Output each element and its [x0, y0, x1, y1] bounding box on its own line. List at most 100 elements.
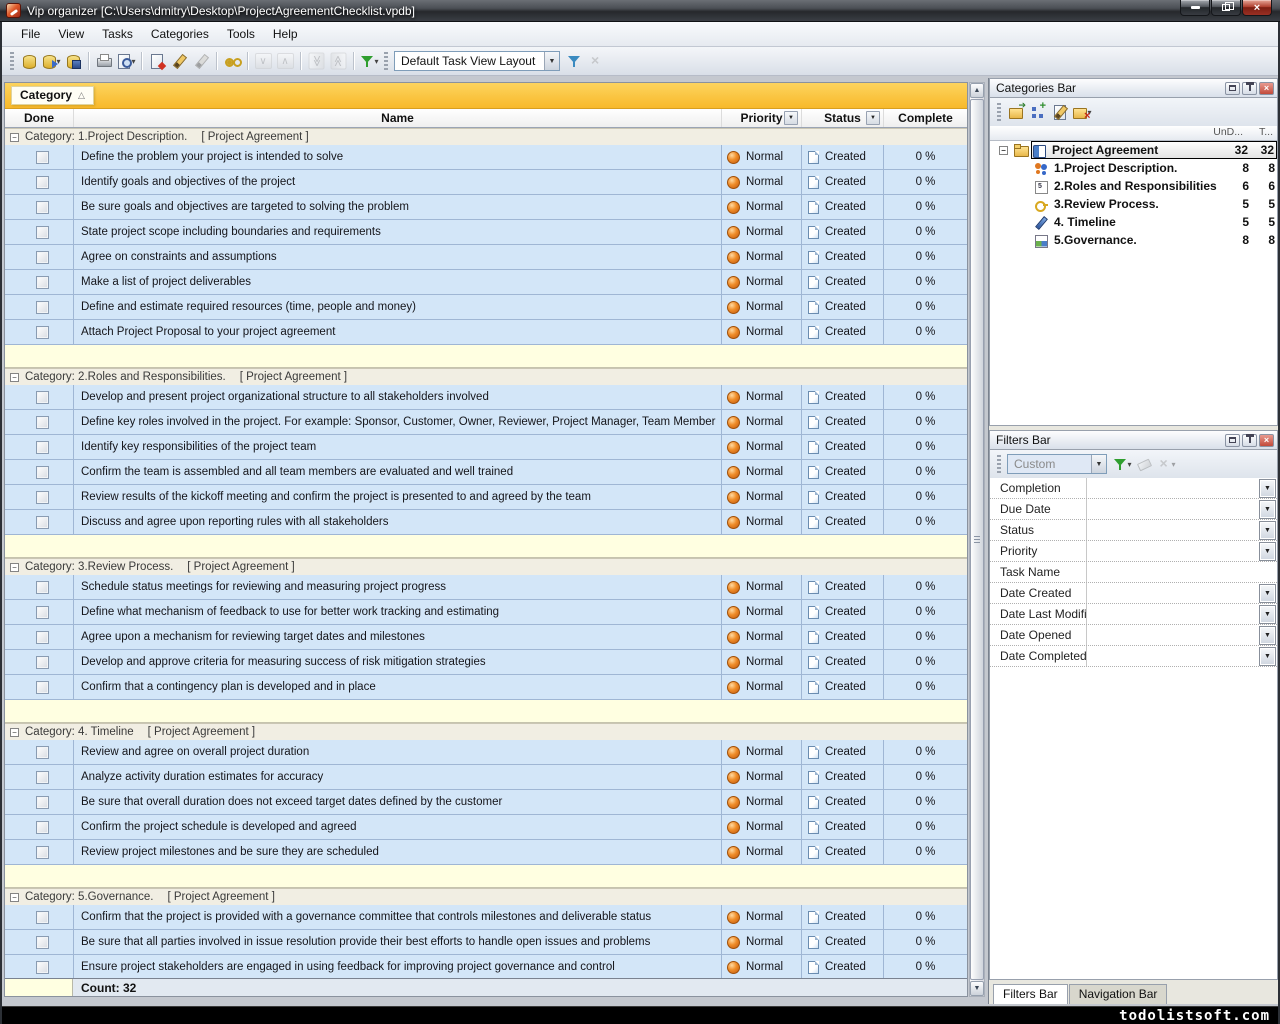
task-row[interactable]: Analyze activity duration estimates for … [5, 765, 967, 790]
edit-category-button[interactable] [1049, 101, 1071, 123]
filter-value-field[interactable] [1086, 478, 1259, 498]
task-done-checkbox[interactable] [36, 606, 49, 619]
task-row[interactable]: Develop and approve criteria for measuri… [5, 650, 967, 675]
chevron-down-icon[interactable]: ▼ [544, 52, 559, 70]
category-item-body[interactable]: 1.Project Description.88 [1034, 159, 1277, 177]
category-item-body[interactable]: 4. Timeline55 [1034, 213, 1277, 231]
task-done-checkbox[interactable] [36, 936, 49, 949]
filter-dropdown-button[interactable]: ▼ [1259, 500, 1276, 519]
task-done-checkbox[interactable] [36, 301, 49, 314]
category-tree-item[interactable]: 4. Timeline55 [990, 213, 1277, 231]
category-group-header[interactable]: −Category: 3.Review Process.[ Project Ag… [5, 558, 967, 575]
category-tree-item[interactable]: −Project Agreement3232 [990, 141, 1277, 159]
scrollbar-thumb[interactable] [970, 99, 984, 980]
task-done-checkbox[interactable] [36, 656, 49, 669]
pin-panel-button[interactable] [1242, 82, 1257, 95]
add-category-button[interactable] [1005, 101, 1027, 123]
filter-value-field[interactable] [1086, 541, 1259, 561]
task-done-checkbox[interactable] [36, 276, 49, 289]
restore-panel-button[interactable] [1225, 434, 1240, 447]
category-tree-item[interactable]: 5.Governance.88 [990, 231, 1277, 249]
task-row[interactable]: Identify goals and objectives of the pro… [5, 170, 967, 195]
column-header-done[interactable]: Done [5, 109, 73, 127]
filter-value-field[interactable] [1086, 520, 1259, 540]
close-panel-button[interactable]: × [1259, 82, 1274, 95]
close-button[interactable]: × [1242, 0, 1272, 16]
group-by-category-button[interactable]: Category △ [11, 86, 94, 105]
collapse-group-icon[interactable]: − [10, 373, 19, 382]
chevron-down-icon[interactable]: ▼ [1091, 455, 1106, 473]
task-row[interactable]: Attach Project Proposal to your project … [5, 320, 967, 345]
save-database-button[interactable] [62, 50, 84, 72]
task-done-checkbox[interactable] [36, 631, 49, 644]
filter-dropdown-button[interactable]: ▼ [1259, 647, 1276, 666]
restore-panel-button[interactable] [1225, 82, 1240, 95]
task-row[interactable]: Be sure goals and objectives are targete… [5, 195, 967, 220]
add-subcategory-button[interactable] [1027, 101, 1049, 123]
category-item-body[interactable]: 5.Governance.88 [1034, 231, 1277, 249]
task-row[interactable]: Define the problem your project is inten… [5, 145, 967, 170]
find-tasks-button[interactable] [221, 50, 243, 72]
task-row[interactable]: Schedule status meetings for reviewing a… [5, 575, 967, 600]
task-row[interactable]: Agree on constraints and assumptionsNorm… [5, 245, 967, 270]
menu-categories[interactable]: Categories [142, 24, 218, 44]
filter-dropdown-button[interactable]: ▼ [1259, 626, 1276, 645]
category-item-body[interactable]: 2.Roles and Responsibilities66 [1034, 177, 1277, 195]
task-done-checkbox[interactable] [36, 251, 49, 264]
edit-task-button[interactable] [168, 50, 190, 72]
task-row[interactable]: Make a list of project deliverablesNorma… [5, 270, 967, 295]
delete-category-button[interactable]: ▾ [1071, 101, 1093, 123]
scroll-up-button[interactable]: ▲ [970, 83, 984, 98]
task-row[interactable]: Define what mechanism of feedback to use… [5, 600, 967, 625]
menu-tasks[interactable]: Tasks [93, 24, 142, 44]
task-done-checkbox[interactable] [36, 581, 49, 594]
task-done-checkbox[interactable] [36, 391, 49, 404]
task-row[interactable]: Identify key responsibilities of the pro… [5, 435, 967, 460]
task-row[interactable]: Define key roles involved in the project… [5, 410, 967, 435]
task-view-layout-combo[interactable]: Default Task View Layout ▼ [394, 51, 560, 71]
task-row[interactable]: State project scope including boundaries… [5, 220, 967, 245]
task-row[interactable]: Agree upon a mechanism for reviewing tar… [5, 625, 967, 650]
task-row[interactable]: Ensure project stakeholders are engaged … [5, 955, 967, 978]
filter-preset-combo[interactable]: Custom ▼ [1007, 454, 1107, 474]
filter-dropdown-button[interactable]: ▼ [1259, 479, 1276, 498]
toolbar-grip[interactable] [997, 455, 1001, 473]
open-database-button[interactable]: ▾ [40, 50, 62, 72]
collapse-group-icon[interactable]: − [10, 133, 19, 142]
category-group-header[interactable]: −Category: 5.Governance.[ Project Agreem… [5, 888, 967, 905]
task-row[interactable]: Review and agree on overall project dura… [5, 740, 967, 765]
category-group-header[interactable]: −Category: 1.Project Description.[ Proje… [5, 128, 967, 145]
task-done-checkbox[interactable] [36, 516, 49, 529]
tab-filters-bar[interactable]: Filters Bar [993, 984, 1068, 1004]
status-filter-dropdown[interactable]: ▼ [866, 111, 880, 125]
task-done-checkbox[interactable] [36, 491, 49, 504]
menu-view[interactable]: View [49, 24, 93, 44]
task-done-checkbox[interactable] [36, 771, 49, 784]
column-header-status[interactable]: Status ▼ [801, 109, 883, 127]
menu-tools[interactable]: Tools [218, 24, 264, 44]
column-header-priority[interactable]: Priority ▼ [721, 109, 801, 127]
toolbar-grip[interactable] [997, 103, 1001, 121]
minimize-button[interactable] [1180, 0, 1210, 16]
task-row[interactable]: Confirm the project schedule is develope… [5, 815, 967, 840]
filter-tasks-button[interactable]: ▾ [358, 50, 380, 72]
task-row[interactable]: Discuss and agree upon reporting rules w… [5, 510, 967, 535]
task-done-checkbox[interactable] [36, 821, 49, 834]
vertical-scrollbar[interactable]: ▲ ▼ [969, 82, 985, 997]
task-row[interactable]: Develop and present project organization… [5, 385, 967, 410]
task-done-checkbox[interactable] [36, 746, 49, 759]
collapse-group-icon[interactable]: − [10, 563, 19, 572]
task-done-checkbox[interactable] [36, 151, 49, 164]
column-total[interactable]: T... [1243, 126, 1273, 140]
title-bar[interactable]: Vip organizer [C:\Users\dmitry\Desktop\P… [0, 0, 1280, 22]
task-row[interactable]: Be sure that all parties involved in iss… [5, 930, 967, 955]
category-item-body[interactable]: Project Agreement3232 [1031, 141, 1277, 159]
new-database-button[interactable] [18, 50, 40, 72]
task-done-checkbox[interactable] [36, 226, 49, 239]
filter-value-field[interactable] [1086, 583, 1259, 603]
filter-dropdown-button[interactable]: ▼ [1259, 521, 1276, 540]
save-layout-button[interactable] [563, 50, 585, 72]
column-header-name[interactable]: Name [73, 109, 721, 127]
tab-navigation-bar[interactable]: Navigation Bar [1069, 984, 1168, 1004]
category-tree-item[interactable]: 1.Project Description.88 [990, 159, 1277, 177]
